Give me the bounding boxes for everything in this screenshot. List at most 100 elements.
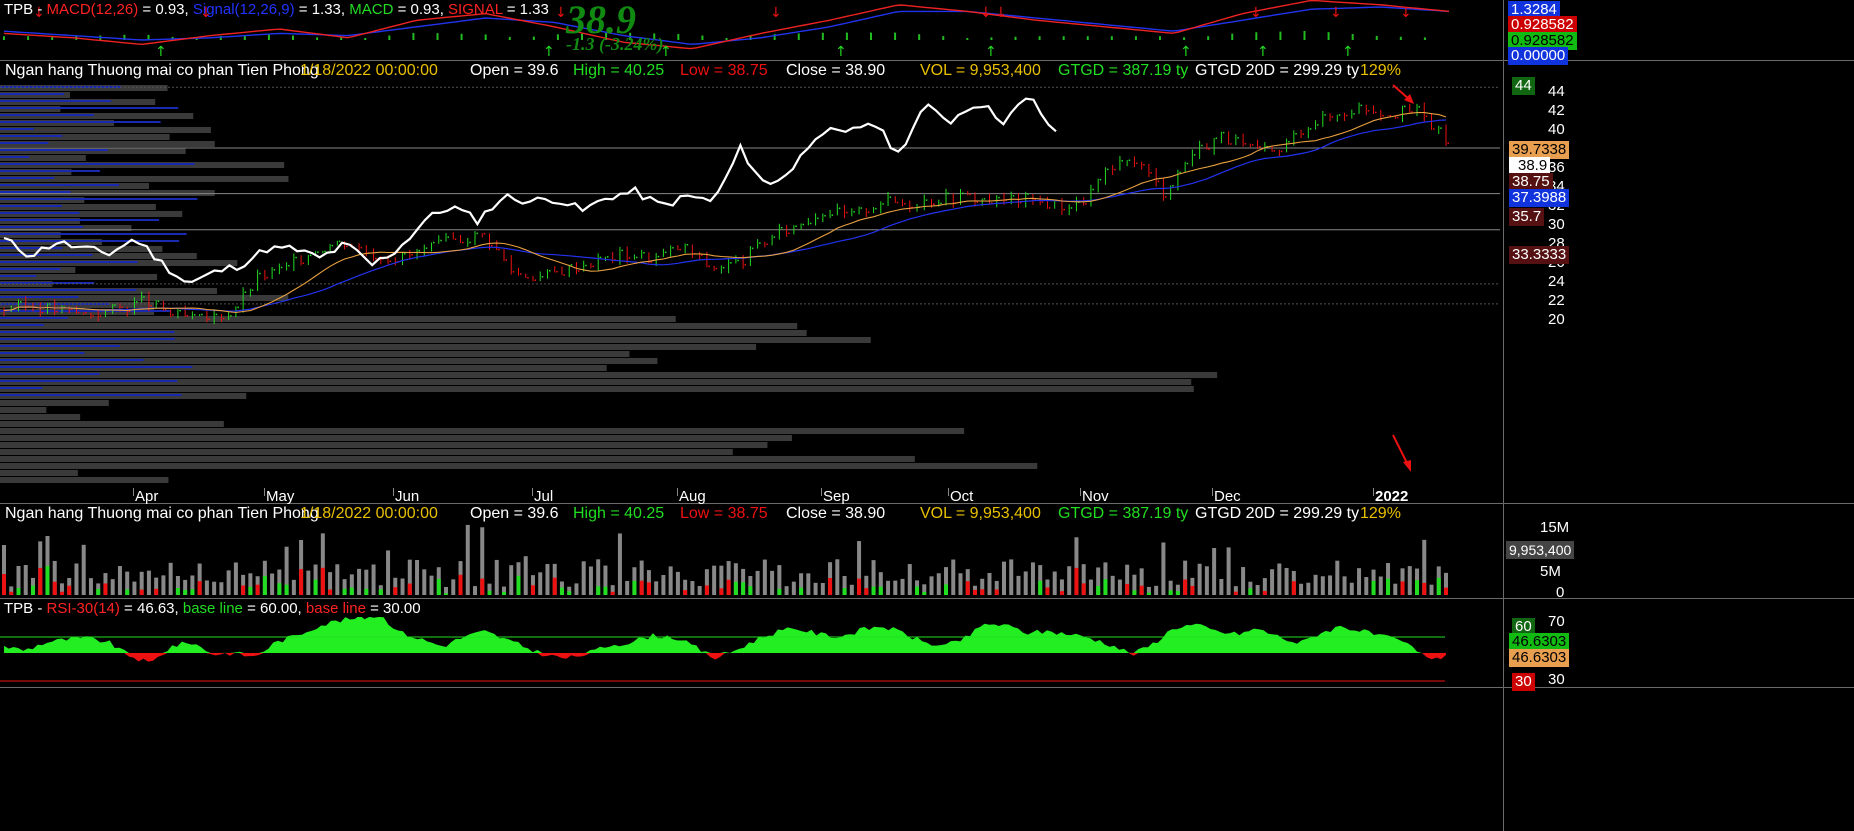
low-value-2: Low = 38.75 [680, 505, 768, 522]
volume-profile-buy-bar [0, 359, 144, 361]
volume-flow-bar [632, 580, 637, 595]
rsi-above-area [4, 617, 1446, 653]
volume-profile-bar [0, 470, 78, 476]
volume-bar [473, 586, 478, 595]
volume-bar [1023, 571, 1028, 595]
volume-profile-buy-bar [0, 184, 120, 186]
volume-flow-bar [183, 589, 188, 595]
tag-level: 33.3333 [1509, 246, 1570, 264]
volume-flow-bar [1262, 591, 1267, 595]
volume-bar [1110, 575, 1115, 595]
volume-flow-bar [1291, 581, 1296, 595]
volume-flow-bar [1444, 587, 1448, 595]
volume-flow-bar [1175, 591, 1180, 595]
volume-bar [806, 573, 811, 595]
volume-bar [987, 572, 992, 595]
volume-flow-bar [241, 585, 246, 595]
volume-bar [1335, 560, 1340, 595]
volume-bar [690, 581, 695, 595]
volume-bar [1117, 579, 1122, 595]
volume-profile-buy-bar [0, 254, 93, 256]
volume-flow-bar [125, 589, 130, 595]
volume-flow-bar [915, 586, 920, 595]
close-value: Close = 38.90 [786, 62, 886, 79]
volume-bar [762, 559, 767, 595]
volume-flow-bar [262, 575, 267, 595]
volume-bar [494, 559, 499, 595]
volume-profile-buy-bar [0, 247, 63, 249]
macd-label: MACD(12,26) [46, 1, 139, 18]
month-label: Jul [534, 488, 554, 505]
volume-profile-bar [0, 407, 47, 413]
volume-bar [451, 579, 456, 595]
open-value: Open = 39.6 [470, 62, 559, 79]
volume-profile-buy-bar [0, 289, 137, 291]
volume-flow-bar [1059, 591, 1064, 595]
volume-bar [465, 524, 470, 595]
volume-bar [784, 586, 789, 595]
month-label: 2022 [1375, 488, 1409, 505]
volume-flow-bar [871, 586, 876, 595]
month-tick [1373, 488, 1374, 496]
volume-flow-bar [175, 588, 180, 595]
volume-profile-bar [0, 351, 630, 357]
volume-profile-bar [0, 449, 733, 455]
volume-flow-bar [328, 589, 333, 595]
volume-bar [813, 582, 818, 595]
volume-flow-bar [349, 587, 354, 595]
volume-bar [1270, 569, 1275, 595]
volume-flow-bar [748, 586, 753, 595]
vol-value: VOL = 9,953,400 [920, 62, 1041, 79]
volume-flow-bar [567, 591, 572, 595]
overlay-change: -1.3 (-3.24%) [566, 34, 664, 54]
volume-profile-buy-bar [0, 345, 120, 347]
volume-flow-bar [364, 588, 369, 595]
macd-value: = 0.93, [142, 1, 189, 18]
vol-value-2: VOL = 9,953,400 [920, 505, 1041, 522]
volume-bar [617, 533, 622, 595]
volume-bar [538, 572, 543, 595]
volume-bar [386, 550, 391, 595]
volume-flow-bar [248, 586, 253, 595]
volume-profile-bar [0, 435, 792, 441]
close-value-2: Close = 38.90 [786, 505, 886, 522]
pct-value: 129% [1360, 62, 1401, 79]
volume-info-bar: Ngan hang Thuong mai co phan Tien Phong … [0, 505, 1500, 523]
price-tick-label: 20 [1548, 311, 1565, 328]
volume-bar [1001, 561, 1006, 595]
volume-bar [81, 544, 86, 595]
volume-bar [545, 564, 550, 595]
volume-flow-bar [552, 577, 557, 595]
volume-flow-bar [1422, 582, 1427, 595]
volume-flow-bar [1436, 577, 1441, 595]
month-tick [1212, 488, 1213, 496]
volume-bar [581, 561, 586, 595]
month-tick [821, 488, 822, 496]
volume-profile-buy-bar [0, 142, 49, 144]
volume-tick-label: 0 [1556, 584, 1565, 601]
rsi-pane-bottom [0, 687, 1854, 688]
volume-bar [161, 575, 166, 595]
volume-flow-bar [480, 578, 485, 595]
volume-flow-bar [1074, 567, 1079, 595]
volume-bar [226, 570, 231, 595]
alert-arrow-icon [1392, 434, 1409, 466]
volume-flow-bar [1400, 581, 1405, 595]
volume-bar [415, 560, 420, 595]
volume-flow-bar [922, 591, 927, 595]
rsi-header: TPB - RSI-30(14) = 46.63, base line = 60… [4, 600, 421, 618]
month-tick [133, 488, 134, 496]
volume-flow-bar [610, 591, 615, 595]
volume-flow-bar [407, 583, 412, 595]
volume-bar [1320, 576, 1325, 595]
month-tick [532, 488, 533, 496]
volume-flow-bar [603, 586, 608, 595]
gtgd-value-2: GTGD = 387.19 ty [1058, 505, 1189, 522]
volume-bar [1349, 582, 1354, 595]
volume-bar [770, 570, 775, 595]
volume-bar [1030, 562, 1035, 595]
sell-arrow-icon: ↓ [1400, 5, 1412, 21]
macd-symbol: TPB - [4, 1, 43, 18]
volume-bar [523, 556, 528, 595]
volume-profile-buy-bar [0, 275, 37, 277]
